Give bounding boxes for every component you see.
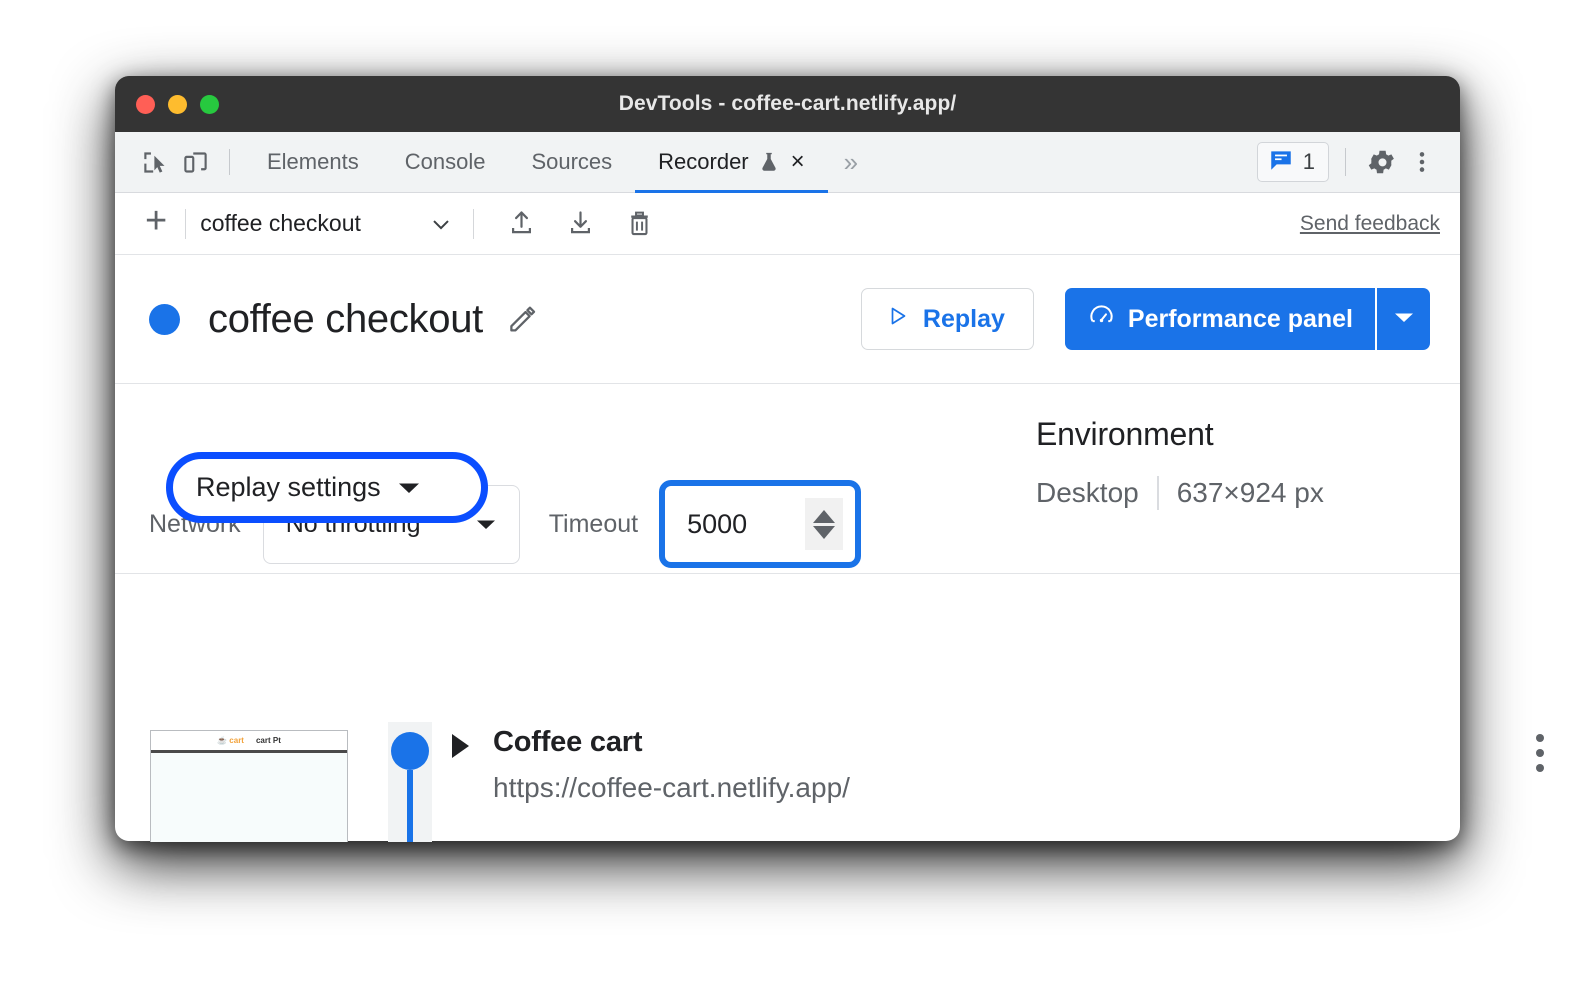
tab-sources[interactable]: Sources [508, 132, 635, 192]
issues-count: 1 [1302, 149, 1315, 174]
recorder-toolbar-divider-2 [472, 208, 474, 239]
replay-button-label: Replay [922, 304, 1005, 333]
tabbar-right-actions: 1 [1256, 142, 1442, 182]
toolbar-divider [229, 149, 230, 175]
add-recording-button[interactable]: + [139, 202, 177, 245]
play-triangle-icon [886, 304, 910, 335]
window-titlebar: DevTools - coffee-cart.netlify.app/ [115, 76, 1460, 132]
caret-down-icon [475, 517, 497, 531]
environment-details: Desktop 637×924 px [1036, 476, 1426, 510]
tab-console-label: Console [404, 149, 486, 174]
devtools-tabbar: Elements Console Sources Recorder × » 1 [115, 132, 1460, 193]
tab-recorder[interactable]: Recorder × [635, 132, 828, 193]
timeout-stepper[interactable] [805, 498, 844, 550]
send-feedback-link[interactable]: Send feedback [1300, 212, 1440, 236]
caret-down-icon [1393, 310, 1415, 329]
screenshot-root: DevTools - coffee-cart.netlify.app/ Elem… [0, 0, 1574, 996]
tab-sources-label: Sources [531, 149, 613, 174]
recording-selector[interactable]: coffee checkout [200, 210, 455, 238]
stepper-up-icon[interactable] [813, 509, 836, 523]
caret-down-icon [397, 480, 421, 495]
device-toolbar-icon[interactable] [175, 142, 215, 182]
toolbar-divider-right [1345, 148, 1346, 176]
issues-button[interactable]: 1 [1256, 142, 1329, 182]
more-tabs-icon[interactable]: » [828, 149, 874, 175]
trash-icon[interactable] [610, 208, 669, 239]
recorder-toolbar-divider [185, 208, 187, 239]
page-title: coffee checkout [208, 296, 483, 341]
environment-device: Desktop [1036, 477, 1139, 508]
kebab-dot [1536, 764, 1544, 772]
timeout-input[interactable]: 5000 [659, 480, 862, 568]
pencil-icon[interactable] [505, 302, 539, 336]
step-timeline [388, 722, 432, 842]
inspect-element-icon[interactable] [135, 142, 175, 182]
environment-divider [1156, 476, 1159, 510]
kebab-menu-icon[interactable] [1402, 142, 1442, 182]
thumbnail-header-bar: ☕ cart cart Pt [151, 731, 347, 753]
tab-elements[interactable]: Elements [244, 132, 382, 192]
stepper-down-icon[interactable] [813, 525, 836, 539]
performance-panel-dropdown[interactable] [1375, 288, 1430, 350]
step-screenshot-thumbnail: ☕ cart cart Pt [150, 730, 348, 842]
gear-icon[interactable] [1362, 142, 1402, 182]
replay-settings-toggle[interactable]: Replay settings [166, 452, 488, 523]
timeout-input-value: 5000 [687, 508, 748, 539]
recording-header: coffee checkout Replay Performance panel [115, 255, 1460, 384]
replay-settings-label: Replay settings [196, 472, 381, 502]
recorder-toolbar: + coffee checkout Send feedback [115, 193, 1460, 255]
step-text-block: Coffee cart https://coffee-cart.netlify.… [493, 726, 850, 804]
caret-right-icon[interactable] [452, 734, 469, 758]
performance-gauge-icon [1088, 302, 1115, 336]
performance-panel-label: Performance panel [1127, 304, 1353, 333]
panel-tabs: Elements Console Sources Recorder × » [244, 132, 874, 193]
step-title: Coffee cart [493, 726, 643, 758]
experimental-flask-icon [758, 150, 780, 174]
window-title: DevTools - coffee-cart.netlify.app/ [618, 92, 957, 115]
environment-viewport: 637×924 px [1176, 477, 1324, 508]
step-timeline-node [391, 732, 429, 770]
step-url: https://coffee-cart.netlify.app/ [493, 772, 850, 803]
issues-message-icon [1268, 147, 1294, 178]
environment-block: Environment Desktop 637×924 px [1036, 416, 1426, 510]
performance-panel-button-group: Performance panel [1064, 288, 1430, 350]
list-item[interactable]: Coffee cart https://coffee-cart.netlify.… [452, 726, 1544, 804]
tab-recorder-label: Recorder [658, 149, 749, 174]
performance-panel-button[interactable]: Performance panel [1064, 288, 1375, 350]
thumbnail-text: cart Pt [255, 736, 281, 745]
kebab-menu-icon[interactable] [1536, 734, 1544, 772]
import-icon[interactable] [551, 208, 610, 239]
timeout-label: Timeout [548, 509, 639, 538]
chevron-down-icon [427, 210, 455, 238]
header-actions: Replay Performance panel [860, 288, 1430, 350]
replay-button[interactable]: Replay [860, 288, 1034, 350]
kebab-dot [1536, 734, 1544, 742]
tab-elements-label: Elements [267, 149, 359, 174]
close-recorder-tab-icon[interactable]: × [791, 150, 805, 174]
tab-console[interactable]: Console [382, 132, 509, 192]
thumbnail-logo: ☕ cart [217, 736, 244, 745]
recording-status-dot [149, 303, 180, 335]
kebab-dot [1536, 749, 1544, 757]
environment-title: Environment [1036, 416, 1214, 452]
step-timeline-line [407, 770, 413, 842]
export-icon[interactable] [492, 208, 551, 239]
recording-selector-value: coffee checkout [200, 210, 361, 236]
